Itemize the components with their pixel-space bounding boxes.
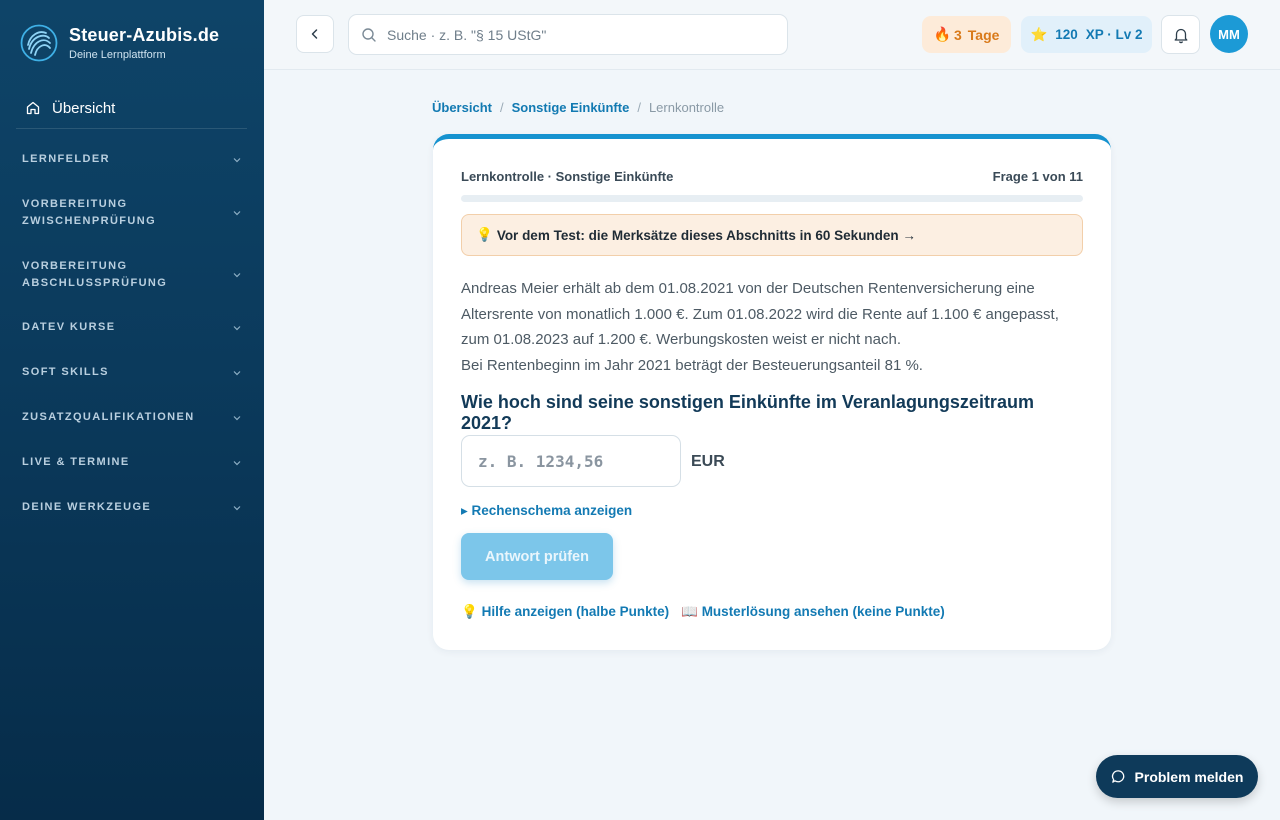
breadcrumb-current: Lernkontrolle xyxy=(648,100,725,115)
notifications-button[interactable] xyxy=(1161,15,1200,54)
topbar: 🔥 3 Tage ⭐ 120 XP · Lv 2 MM xyxy=(264,0,1280,70)
show-solution-link[interactable]: 📖 Musterlösung ansehen (keine Punkte) xyxy=(681,604,945,620)
bell-icon xyxy=(1174,28,1187,43)
check-answer-button[interactable]: Antwort prüfen xyxy=(461,533,613,580)
show-solution-label: Musterlösung ansehen (keine Punkte) xyxy=(701,604,945,619)
breadcrumb-separator: / xyxy=(499,100,504,115)
sidebar-group-werkzeuge[interactable]: DEINE WERKZEUGE xyxy=(22,499,242,516)
quiz-title: Lernkontrolle · Sonstige Einkünfte xyxy=(461,169,674,184)
breadcrumb: Übersicht / Sonstige Einkünfte / Lernkon… xyxy=(432,100,724,115)
sidebar-group-lernfelder[interactable]: LERNFELDER xyxy=(22,151,242,168)
question-description-note: Bei Rentenbeginn im Jahr 2021 beträgt de… xyxy=(461,356,923,374)
sidebar-group-label: DATEV KURSE xyxy=(22,321,116,333)
sidebar-group-datev[interactable]: DATEV KURSE xyxy=(22,319,242,336)
merksaetze-tip[interactable]: 💡 Vor dem Test: die Merksätze dieses Abs… xyxy=(461,214,1083,256)
answer-input[interactable] xyxy=(461,435,681,487)
avatar[interactable]: MM xyxy=(1210,15,1248,53)
book-icon: 📖 xyxy=(681,604,698,619)
quiz-header: Lernkontrolle · Sonstige Einkünfte Frage… xyxy=(461,169,1083,184)
xp-value: 120 xyxy=(1055,27,1078,42)
search-box[interactable] xyxy=(348,14,788,55)
chevron-down-icon xyxy=(233,505,241,510)
chevron-down-icon xyxy=(233,157,241,162)
question-description-text: Andreas Meier erhält ab dem 01.08.2021 v… xyxy=(461,280,1059,348)
home-icon xyxy=(26,101,40,115)
xp-badge[interactable]: ⭐ 120 XP · Lv 2 xyxy=(1021,16,1152,53)
star-icon: ⭐ xyxy=(1030,26,1048,42)
search-input[interactable] xyxy=(387,26,767,43)
merksaetze-tip-text: Vor dem Test: die Merksätze dieses Absch… xyxy=(496,227,916,243)
back-button[interactable] xyxy=(296,15,334,53)
show-help-label: Hilfe anzeigen (halbe Punkte) xyxy=(481,604,670,619)
show-help-link[interactable]: 💡 Hilfe anzeigen (halbe Punkte) xyxy=(461,604,669,620)
sidebar-group-label: VORBEREITUNG ABSCHLUSSPRÜFUNG xyxy=(22,260,168,289)
brand[interactable]: Steuer-Azubis.de Deine Lernplattform xyxy=(20,24,219,62)
streak-label: Tage xyxy=(967,26,1000,43)
brand-subtitle: Deine Lernplattform xyxy=(69,49,166,61)
lightbulb-icon: 💡 xyxy=(476,227,493,242)
xp-label: XP · Lv 2 xyxy=(1085,27,1143,42)
answer-unit: EUR xyxy=(691,453,725,470)
sidebar-item-overview[interactable]: Übersicht xyxy=(16,88,247,129)
chevron-down-icon xyxy=(233,325,241,330)
breadcrumb-link-sonstige-einkuenfte[interactable]: Sonstige Einkünfte xyxy=(512,100,630,115)
report-problem-label: Problem melden xyxy=(1134,768,1244,785)
sidebar-group-soft-skills[interactable]: SOFT SKILLS xyxy=(22,364,242,381)
sidebar-group-zusatzqualifikationen[interactable]: ZUSATZQUALIFIKATIONEN xyxy=(22,409,242,426)
sidebar-group-label: LERNFELDER xyxy=(22,153,110,165)
brand-title: Steuer-Azubis.de xyxy=(69,25,220,45)
quiz-card: Lernkontrolle · Sonstige Einkünfte Frage… xyxy=(433,134,1111,650)
sidebar-group-label: ZUSATZQUALIFIKATIONEN xyxy=(22,411,195,423)
sidebar-group-live-termine[interactable]: LIVE & TERMINE xyxy=(22,454,242,471)
sidebar-group-label: SOFT SKILLS xyxy=(22,366,109,378)
question-text: Wie hoch sind seine sonstigen Einkünfte … xyxy=(461,392,1034,433)
chevron-down-icon xyxy=(233,211,241,216)
sidebar: Steuer-Azubis.de Deine Lernplattform Übe… xyxy=(0,0,264,820)
brand-logo-icon xyxy=(20,24,58,62)
sidebar-group-label: LIVE & TERMINE xyxy=(22,456,130,468)
chevron-down-icon xyxy=(233,460,241,465)
sidebar-group-abschlusspruefung[interactable]: VORBEREITUNG ABSCHLUSSPRÜFUNG xyxy=(22,258,242,292)
breadcrumb-link-overview[interactable]: Übersicht xyxy=(432,100,492,115)
show-schema-link[interactable]: ▸ Rechenschema anzeigen xyxy=(461,503,632,519)
sidebar-group-label: DEINE WERKZEUGE xyxy=(22,501,152,513)
streak-count: 3 xyxy=(954,26,962,43)
search-icon xyxy=(362,27,376,42)
sidebar-group-label: VORBEREITUNG ZWISCHENPRÜFUNG xyxy=(22,198,157,227)
help-links: 💡 Hilfe anzeigen (halbe Punkte) 📖 Muster… xyxy=(461,604,957,620)
chevron-down-icon xyxy=(233,415,241,420)
quiz-progress-bar xyxy=(461,195,1083,202)
streak-badge[interactable]: 🔥 3 Tage xyxy=(922,16,1011,53)
sidebar-group-zwischenpruefung[interactable]: VORBEREITUNG ZWISCHENPRÜFUNG xyxy=(22,196,242,230)
question-description: Andreas Meier erhält ab dem 01.08.2021 v… xyxy=(461,276,1083,378)
breadcrumb-separator: / xyxy=(637,100,641,115)
chevron-left-icon xyxy=(311,29,318,39)
sidebar-item-overview-label: Übersicht xyxy=(52,99,116,117)
report-problem-button[interactable]: Problem melden xyxy=(1096,755,1258,798)
flame-icon: 🔥 xyxy=(933,26,951,42)
question-counter: Frage 1 von 11 xyxy=(992,169,1083,184)
chat-bubble-icon xyxy=(1111,770,1124,783)
chevron-down-icon xyxy=(233,370,241,375)
chevron-down-icon xyxy=(233,273,241,278)
lightbulb-icon: 💡 xyxy=(461,604,478,619)
